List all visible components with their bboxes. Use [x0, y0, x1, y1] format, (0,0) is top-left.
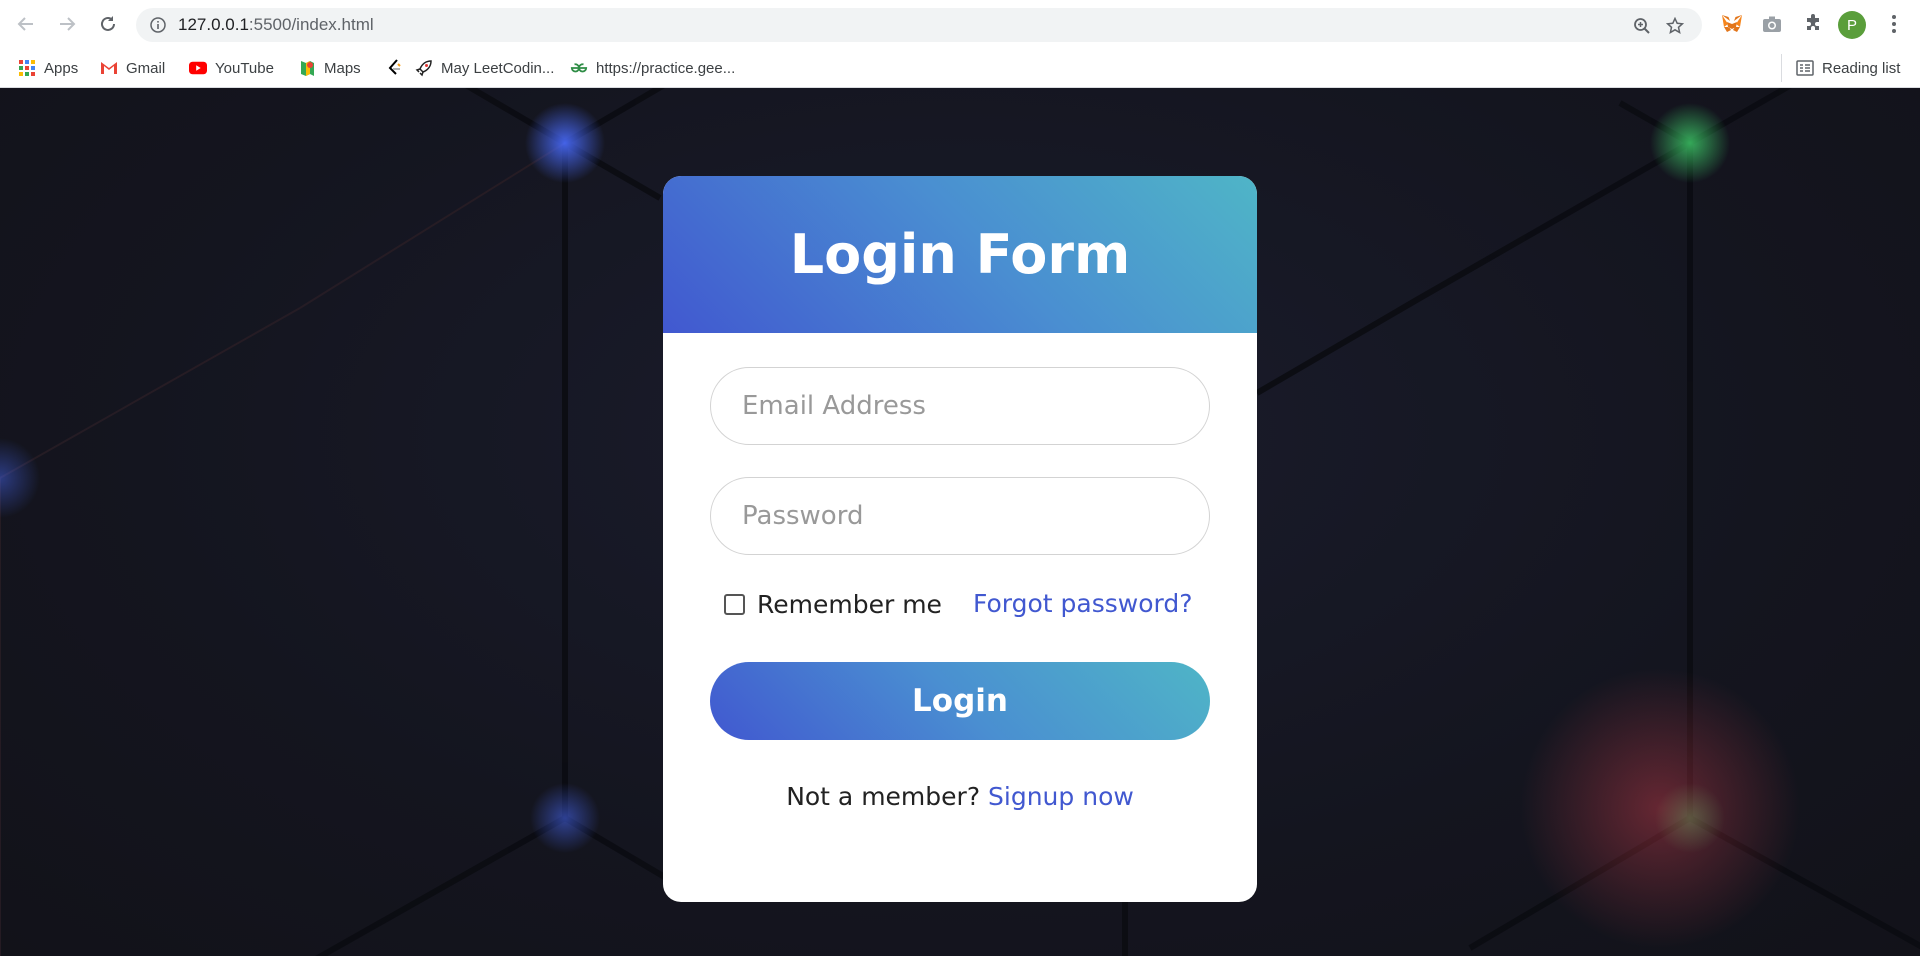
remember-row: Remember me Forgot password? [724, 587, 1204, 621]
email-input[interactable] [711, 368, 1209, 444]
leetcode-icon [386, 59, 404, 77]
screenshot-extension[interactable] [1758, 10, 1786, 38]
bookmark-label: Gmail [126, 59, 166, 77]
url-path: :5500/index.html [248, 15, 374, 34]
browser-menu-button[interactable] [1880, 10, 1908, 38]
bookmark-leetcode[interactable] [386, 58, 412, 78]
geeksforgeeks-icon [570, 59, 588, 77]
password-input[interactable] [711, 478, 1209, 554]
bookmark-label: May LeetCodin... [441, 59, 555, 77]
signup-prompt: Not a member? [786, 782, 989, 811]
remember-checkbox[interactable] [724, 593, 745, 615]
bookmark-geeksforgeeks[interactable]: https://practice.gee... [570, 58, 735, 78]
extensions-button[interactable] [1799, 10, 1827, 38]
bookmark-may-leetcoding[interactable]: May LeetCodin... [415, 58, 554, 78]
email-field[interactable] [710, 367, 1210, 445]
address-bar[interactable]: 127.0.0.1:5500/index.html [136, 8, 1702, 42]
login-button[interactable]: Login [710, 662, 1210, 740]
remember-label[interactable]: Remember me [757, 590, 942, 619]
reading-list-label: Reading list [1822, 59, 1901, 77]
site-info-icon[interactable] [150, 17, 166, 33]
bookmark-youtube[interactable]: YouTube [189, 58, 274, 78]
profile-avatar[interactable]: P [1838, 11, 1866, 39]
bookmark-label: https://practice.gee... [596, 59, 736, 77]
back-arrow-icon [17, 17, 33, 31]
page-background: Login Form Remember me Forgot password? … [0, 88, 1920, 956]
bookmark-label: Maps [324, 59, 361, 77]
bookmark-maps[interactable]: Maps [298, 58, 361, 78]
bookmarks-divider [1781, 54, 1782, 82]
puzzle-icon [1807, 14, 1819, 30]
maps-icon [298, 59, 316, 77]
reload-button[interactable] [94, 10, 122, 38]
url-host: 127.0.0.1 [178, 15, 249, 34]
browser-toolbar: 127.0.0.1:5500/index.html P [0, 0, 1920, 48]
reload-icon [101, 16, 115, 31]
back-button[interactable] [12, 10, 40, 38]
apps-grid-icon [18, 59, 36, 77]
fox-icon [1722, 15, 1742, 32]
reading-list-button[interactable]: Reading list [1796, 58, 1900, 78]
bookmark-gmail[interactable]: Gmail [100, 58, 165, 78]
forgot-password-link[interactable]: Forgot password? [973, 587, 1193, 621]
forward-button[interactable] [53, 10, 81, 38]
bookmark-star-icon[interactable] [1666, 17, 1684, 35]
bookmark-label: Apps [44, 59, 79, 77]
camera-icon [1763, 16, 1781, 32]
metamask-extension[interactable] [1718, 10, 1746, 38]
rocket-icon [415, 59, 433, 77]
reading-list-icon [1796, 59, 1814, 77]
url-text: 127.0.0.1:5500/index.html [178, 15, 374, 35]
gmail-icon [100, 59, 118, 77]
signup-link[interactable]: Signup now [988, 782, 1134, 811]
login-card-header: Login Form [663, 176, 1257, 333]
signup-row: Not a member? Signup now [663, 780, 1257, 814]
bookmark-label: YouTube [215, 59, 274, 77]
login-card: Login Form Remember me Forgot password? … [663, 176, 1257, 902]
password-field[interactable] [710, 477, 1210, 555]
zoom-icon[interactable] [1633, 17, 1651, 35]
forward-arrow-icon [60, 17, 76, 31]
youtube-icon [189, 59, 207, 77]
bookmark-apps[interactable]: Apps [18, 58, 78, 78]
more-vert-icon [1892, 15, 1896, 33]
bookmarks-bar: Apps Gmail YouTube Maps May LeetCodin...… [0, 48, 1920, 88]
form-title: Login Form [789, 223, 1131, 286]
